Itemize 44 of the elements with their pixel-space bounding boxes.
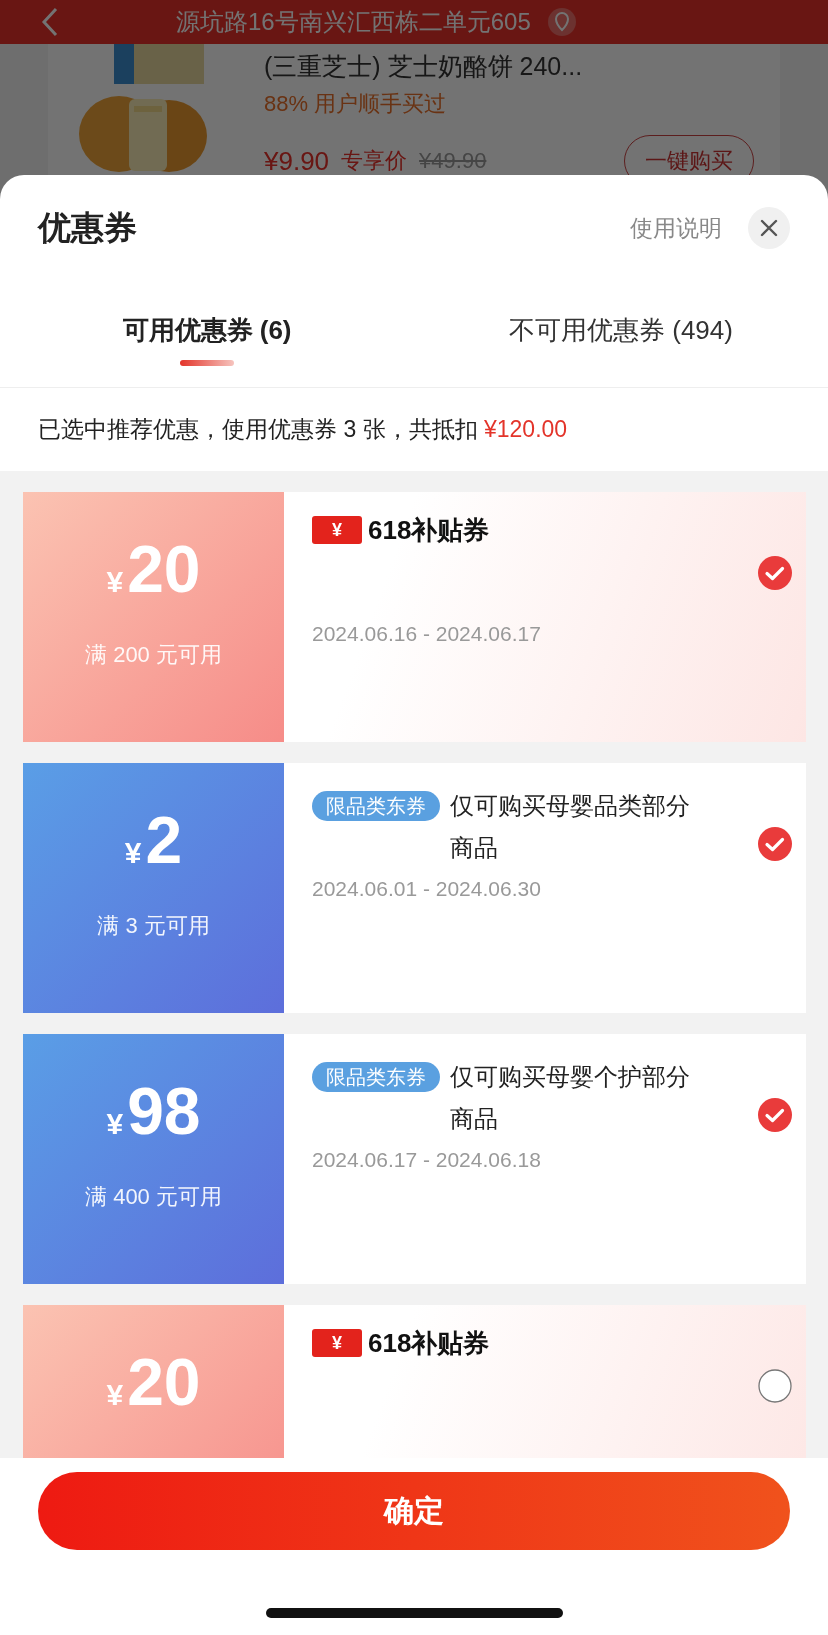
ticket-badge: ¥ (312, 1329, 362, 1357)
address-text: 源坑路16号南兴汇西栋二单元605 (176, 7, 531, 37)
coupon-condition: 满 3 元可用 (97, 912, 210, 940)
currency-symbol: ¥ (106, 1107, 124, 1141)
category-tag: 限品类东券 (312, 1062, 440, 1092)
coupon-amount: 98 (127, 1078, 201, 1144)
close-icon (760, 219, 778, 237)
currency-symbol: ¥ (106, 565, 124, 599)
checked-icon[interactable] (758, 827, 792, 861)
confirm-button[interactable]: 确定 (38, 1472, 790, 1550)
currency-symbol: ¥ (124, 836, 142, 870)
product-title: (三重芝士) 芝士奶酪饼 240... (264, 51, 584, 82)
radio-icon[interactable] (758, 1369, 792, 1403)
currency-symbol: ¥ (106, 1378, 124, 1412)
validity-dates: 2024.06.17 - 2024.06.18 (312, 1148, 542, 1172)
back-icon[interactable] (40, 7, 60, 37)
coupon-card[interactable]: ¥98 满 400 元可用 限品类东券 仅可购买母婴个护部分商品 2024.06.17 - 2024.06.18 (23, 1034, 806, 1284)
close-button[interactable] (748, 207, 790, 249)
coupon-card[interactable]: ¥2 满 3 元可用 限品类东券 仅可购买母婴品类部分商品 2024.06.01 - 2024.06.30 (23, 763, 806, 1013)
coupon-amount: 20 (127, 536, 201, 602)
coupon-description: 仅可购买母婴个护部分商品 (450, 1062, 691, 1134)
product-price: ¥9.90 (264, 145, 330, 177)
sheet-title: 优惠券 (38, 207, 137, 248)
coupon-description: 仅可购买母婴品类部分商品 (450, 791, 691, 863)
coupon-badge-text: 618补贴券 (368, 1326, 490, 1360)
coupon-amount: 2 (145, 807, 183, 873)
category-tag: 限品类东券 (312, 791, 440, 821)
validity-dates: 2024.06.16 - 2024.06.17 (312, 622, 542, 646)
help-link[interactable]: 使用说明 (630, 212, 722, 244)
coupon-condition: 满 200 元可用 (85, 641, 222, 669)
coupon-card[interactable]: ¥20 满 200 元可用 ¥ 618补贴券 2024.06.16 - 2024.06.17 (23, 492, 806, 742)
coupon-amount: 20 (127, 1349, 201, 1415)
checked-icon[interactable] (758, 556, 792, 590)
price-label: 专享价 (341, 147, 408, 175)
tab-underline (180, 359, 234, 366)
validity-dates: 2024.06.01 - 2024.06.30 (312, 877, 542, 901)
tab[interactable]: 不可用优惠券 (494) (509, 312, 733, 348)
coupon-condition: 满 400 元可用 (85, 1183, 222, 1211)
summary-text: 已选中推荐优惠，使用优惠券 3 张，共抵扣 ¥120.00 (38, 415, 568, 444)
coupon-badge-text: 618补贴券 (368, 513, 490, 547)
ticket-badge: ¥ (312, 516, 362, 544)
purchase-stat: 88% 用户顺手买过 (264, 90, 448, 118)
checked-icon[interactable] (758, 1098, 792, 1132)
tab[interactable]: 可用优惠券 (6) (122, 312, 292, 348)
